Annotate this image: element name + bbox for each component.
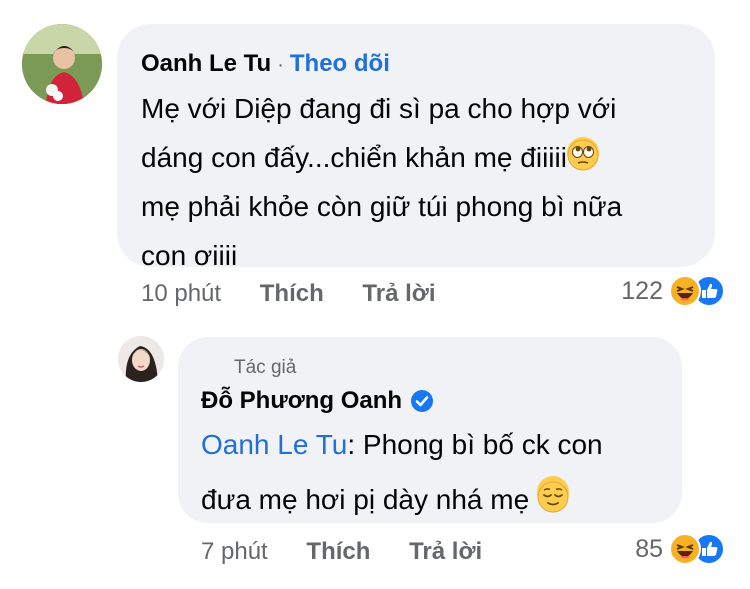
reply-author-photo xyxy=(118,336,164,382)
comment-bubble: Oanh Le Tu · Theo dõi Mẹ với Diệp đang đi … xyxy=(117,24,715,271)
reply-reply-button[interactable]: Trả lời xyxy=(409,538,482,565)
haha-reaction-icon xyxy=(669,275,701,307)
reply-author-avatar[interactable] xyxy=(118,336,164,382)
comment-line: Mẹ với Diệp đang đi sì pa cho hợp với xyxy=(141,93,617,124)
commenter-avatar[interactable] xyxy=(22,24,102,104)
reply-button[interactable]: Trả lời xyxy=(362,280,435,307)
comment-author-name[interactable]: Oanh Le Tu xyxy=(141,50,271,77)
reply-line-text: : Phong bì bố ck con xyxy=(347,429,603,460)
rolling-eyes-icon xyxy=(566,137,599,171)
comment-header: Oanh Le Tu · Theo dõi xyxy=(141,50,390,78)
mention-link[interactable]: Oanh Le Tu xyxy=(201,429,347,460)
reply-reactions[interactable]: 85 xyxy=(635,533,725,565)
reply-line-2: đưa mẹ hơi pị dày nhá mẹ xyxy=(201,472,603,527)
reaction-count: 122 xyxy=(621,276,663,305)
like-button[interactable]: Thích xyxy=(260,280,324,307)
comment-line: dáng con đấy...chiển khản mẹ điiiii xyxy=(141,142,567,173)
verified-check-icon xyxy=(410,389,434,413)
comment-reactions[interactable]: 122 xyxy=(621,275,725,307)
reply-author-name[interactable]: Đỗ Phương Oanh xyxy=(201,387,402,415)
reply-bubble: Tác giả Đỗ Phương Oanh Oanh Le Tu: Phong… xyxy=(178,337,682,523)
relieved-face-icon xyxy=(537,476,570,513)
comment-line: mẹ phải khỏe còn giữ túi phong bì nữa xyxy=(141,191,623,222)
comment-time[interactable]: 10 phút xyxy=(141,280,221,307)
reply-like-button[interactable]: Thích xyxy=(306,538,370,565)
reply-reaction-count: 85 xyxy=(635,534,663,563)
separator-dot: · xyxy=(277,54,284,76)
reply-header: Đỗ Phương Oanh xyxy=(201,387,434,415)
reply-line-1: Oanh Le Tu: Phong bì bố ck con xyxy=(201,417,603,472)
comment-text: Mẹ với Diệp đang đi sì pa cho hợp với dá… xyxy=(141,84,622,280)
haha-reaction-icon xyxy=(669,533,701,565)
comment-line: con ơiiii xyxy=(141,240,238,271)
follow-link[interactable]: Theo dõi xyxy=(290,50,390,77)
reply-meta: 7 phút Thích Trả lời xyxy=(201,538,482,566)
comment-line-with-emoji: dáng con đấy...chiển khản mẹ điiiii xyxy=(141,133,622,182)
author-badge: Tác giả xyxy=(234,357,297,378)
commenter-photo xyxy=(22,24,102,104)
reply-line-text: đưa mẹ hơi pị dày nhá mẹ xyxy=(201,484,530,515)
reply-time[interactable]: 7 phút xyxy=(201,538,268,565)
comment-meta: 10 phút Thích Trả lời xyxy=(141,280,436,308)
reply-text: Oanh Le Tu: Phong bì bố ck con đưa mẹ hơ… xyxy=(201,417,603,527)
